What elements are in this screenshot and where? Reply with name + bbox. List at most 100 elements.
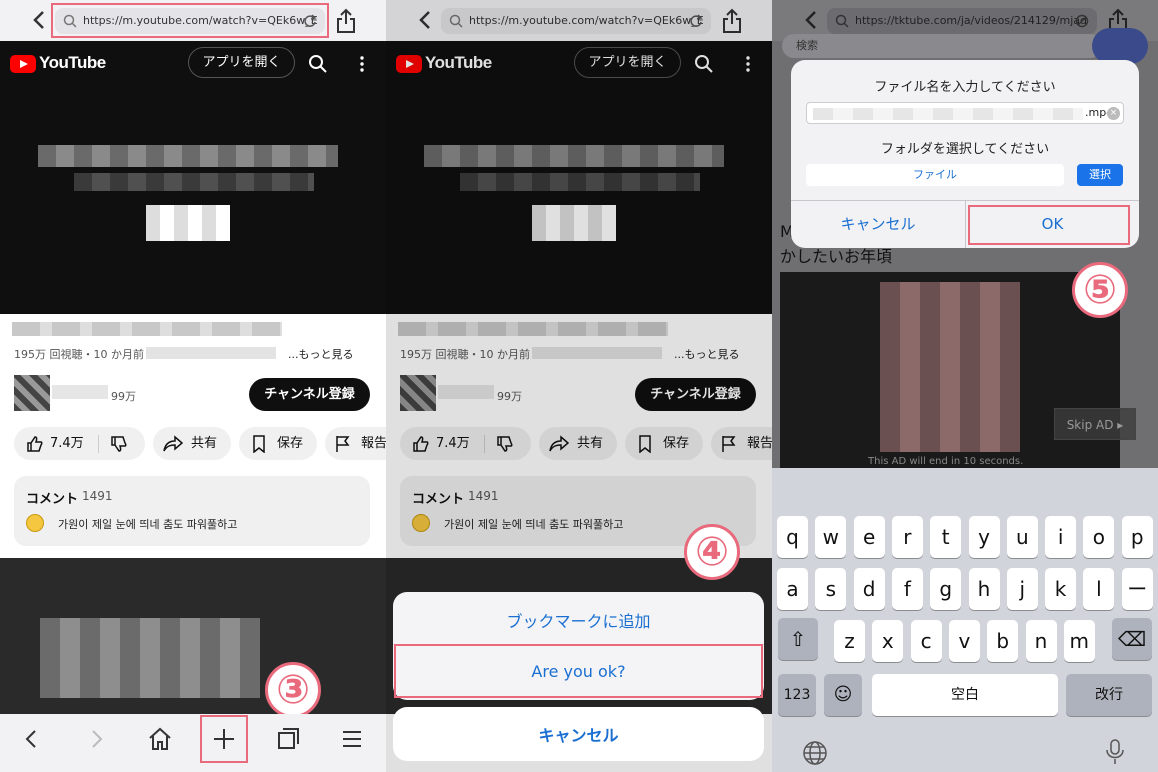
- key-p[interactable]: p: [1121, 516, 1153, 558]
- space-key[interactable]: 空白: [872, 674, 1058, 716]
- channel-avatar[interactable]: [14, 375, 50, 411]
- show-more-link[interactable]: ...もっと見る: [288, 346, 354, 362]
- youtube-logo[interactable]: YouTube: [10, 53, 106, 75]
- cancel-option[interactable]: キャンセル: [393, 722, 764, 746]
- key-y[interactable]: y: [968, 516, 1000, 558]
- key-w[interactable]: w: [815, 516, 847, 558]
- view-meta: 195万 回視聴・10 か月前: [14, 348, 144, 361]
- key-z[interactable]: z: [834, 620, 865, 662]
- return-key[interactable]: 改行: [1066, 674, 1152, 716]
- back-arrow-icon[interactable]: [18, 725, 46, 753]
- key-g[interactable]: g: [930, 568, 962, 610]
- shift-key[interactable]: ⇧: [778, 618, 818, 660]
- comments-count: 1491: [82, 489, 113, 503]
- stop-icon[interactable]: [1075, 14, 1089, 28]
- filename-input[interactable]: .mp4 ×: [806, 102, 1124, 124]
- thumbs-down-icon[interactable]: [110, 435, 128, 453]
- home-icon[interactable]: [146, 725, 174, 753]
- key-b[interactable]: b: [987, 620, 1019, 662]
- ad-end-notice: This AD will end in 10 seconds.: [868, 456, 1024, 467]
- url-text: https://tktube.com/ja/videos/214129/mjad: [855, 14, 1088, 27]
- url-highlight-box: [51, 3, 329, 38]
- more-vert-icon[interactable]: [356, 54, 368, 74]
- report-button[interactable]: 報告: [325, 427, 386, 460]
- delete-key[interactable]: ⌫: [1112, 618, 1152, 660]
- subscriber-count: 99万: [111, 390, 136, 403]
- filename-prompt: ファイル名を入力してください: [874, 80, 1056, 95]
- select-folder-button[interactable]: 選択: [1077, 164, 1123, 186]
- share-icon[interactable]: [334, 8, 358, 34]
- option-highlight-box: [394, 644, 763, 698]
- thumbs-up-icon[interactable]: [26, 435, 44, 453]
- key-t[interactable]: t: [930, 516, 962, 558]
- key-ー[interactable]: ー: [1121, 568, 1153, 610]
- browser-toolbar: [0, 714, 386, 772]
- video-player[interactable]: [0, 85, 386, 314]
- action-row: 7.4万 共有 保存 報告: [14, 427, 386, 460]
- key-f[interactable]: f: [891, 568, 923, 610]
- clear-icon[interactable]: ×: [1107, 107, 1120, 120]
- comment-text: 가원이 제일 눈에 띄네 춤도 파워풀하고: [58, 518, 238, 531]
- key-v[interactable]: v: [948, 620, 980, 662]
- ok-highlight-box: [968, 205, 1130, 245]
- site-search-input[interactable]: 検索: [782, 34, 1102, 58]
- panel-youtube-step4: https://m.youtube.com/watch?v=QEk6w_E Yo…: [386, 0, 772, 772]
- key-q[interactable]: q: [777, 516, 808, 558]
- url-field[interactable]: https://tktube.com/ja/videos/214129/mjad: [827, 8, 1097, 34]
- key-j[interactable]: j: [1006, 568, 1038, 610]
- step-number-badge: ③: [265, 662, 321, 718]
- key-c[interactable]: c: [910, 620, 942, 662]
- video-title-blurred: [12, 322, 282, 336]
- save-button[interactable]: 保存: [239, 427, 317, 460]
- flag-icon: [336, 436, 350, 452]
- filename-blurred: [813, 108, 1083, 120]
- commenter-avatar-icon: [26, 514, 44, 532]
- skip-ad-button[interactable]: Skip AD ▸: [1054, 408, 1136, 440]
- site-search-button[interactable]: [1092, 28, 1148, 64]
- search-icon[interactable]: [308, 54, 328, 74]
- emoji-key[interactable]: ☺: [824, 674, 862, 716]
- key-n[interactable]: n: [1025, 620, 1057, 662]
- key-o[interactable]: o: [1083, 516, 1115, 558]
- panel-tktube-step5: https://tktube.com/ja/videos/214129/mjad…: [772, 0, 1158, 772]
- back-icon[interactable]: [802, 10, 822, 30]
- step-number-badge: ⑤: [1072, 262, 1128, 318]
- key-r[interactable]: r: [891, 516, 923, 558]
- key-m[interactable]: m: [1063, 620, 1095, 662]
- microphone-icon[interactable]: [1104, 738, 1126, 766]
- key-e[interactable]: e: [853, 516, 885, 558]
- key-h[interactable]: h: [968, 568, 1000, 610]
- open-app-button[interactable]: アプリを開く: [188, 47, 295, 78]
- pixelated-region: [880, 282, 1020, 452]
- search-icon: [835, 14, 849, 28]
- pixelated-region: [38, 145, 338, 167]
- back-icon[interactable]: [30, 10, 50, 30]
- menu-icon[interactable]: [338, 725, 366, 753]
- youtube-play-icon: [10, 55, 36, 73]
- bookmark-icon: [253, 435, 265, 453]
- next-video-thumbnail[interactable]: [0, 558, 386, 714]
- key-x[interactable]: x: [872, 620, 904, 662]
- numbers-key[interactable]: 123: [778, 674, 816, 716]
- key-s[interactable]: s: [815, 568, 847, 610]
- key-k[interactable]: k: [1045, 568, 1077, 610]
- share-button[interactable]: 共有: [153, 427, 231, 460]
- pixelated-region: [146, 205, 230, 241]
- tabs-icon[interactable]: [274, 725, 302, 753]
- add-bookmark-option[interactable]: ブックマークに追加: [393, 608, 764, 632]
- forward-arrow-icon[interactable]: [82, 725, 110, 753]
- keyboard: qwertyuiop asdfghjklー zxcvbnm ⇧ ⌫ 123 ☺ …: [772, 468, 1158, 772]
- key-i[interactable]: i: [1045, 516, 1077, 558]
- ad-video[interactable]: Skip AD ▸ This AD will end in 10 seconds…: [780, 272, 1136, 468]
- key-d[interactable]: d: [853, 568, 885, 610]
- globe-icon[interactable]: [802, 740, 828, 766]
- like-dislike-pill[interactable]: 7.4万: [14, 427, 145, 460]
- key-a[interactable]: a: [777, 568, 808, 610]
- key-l[interactable]: l: [1083, 568, 1115, 610]
- subscribe-button[interactable]: チャンネル登録: [249, 378, 370, 411]
- dialog-cancel-button[interactable]: キャンセル: [791, 200, 965, 248]
- comments-section[interactable]: コメント 1491 가원이 제일 눈에 띄네 춤도 파워풀하고: [14, 476, 370, 546]
- key-u[interactable]: u: [1006, 516, 1038, 558]
- pixelated-region: [40, 618, 260, 698]
- folder-field[interactable]: ファイル: [806, 164, 1064, 186]
